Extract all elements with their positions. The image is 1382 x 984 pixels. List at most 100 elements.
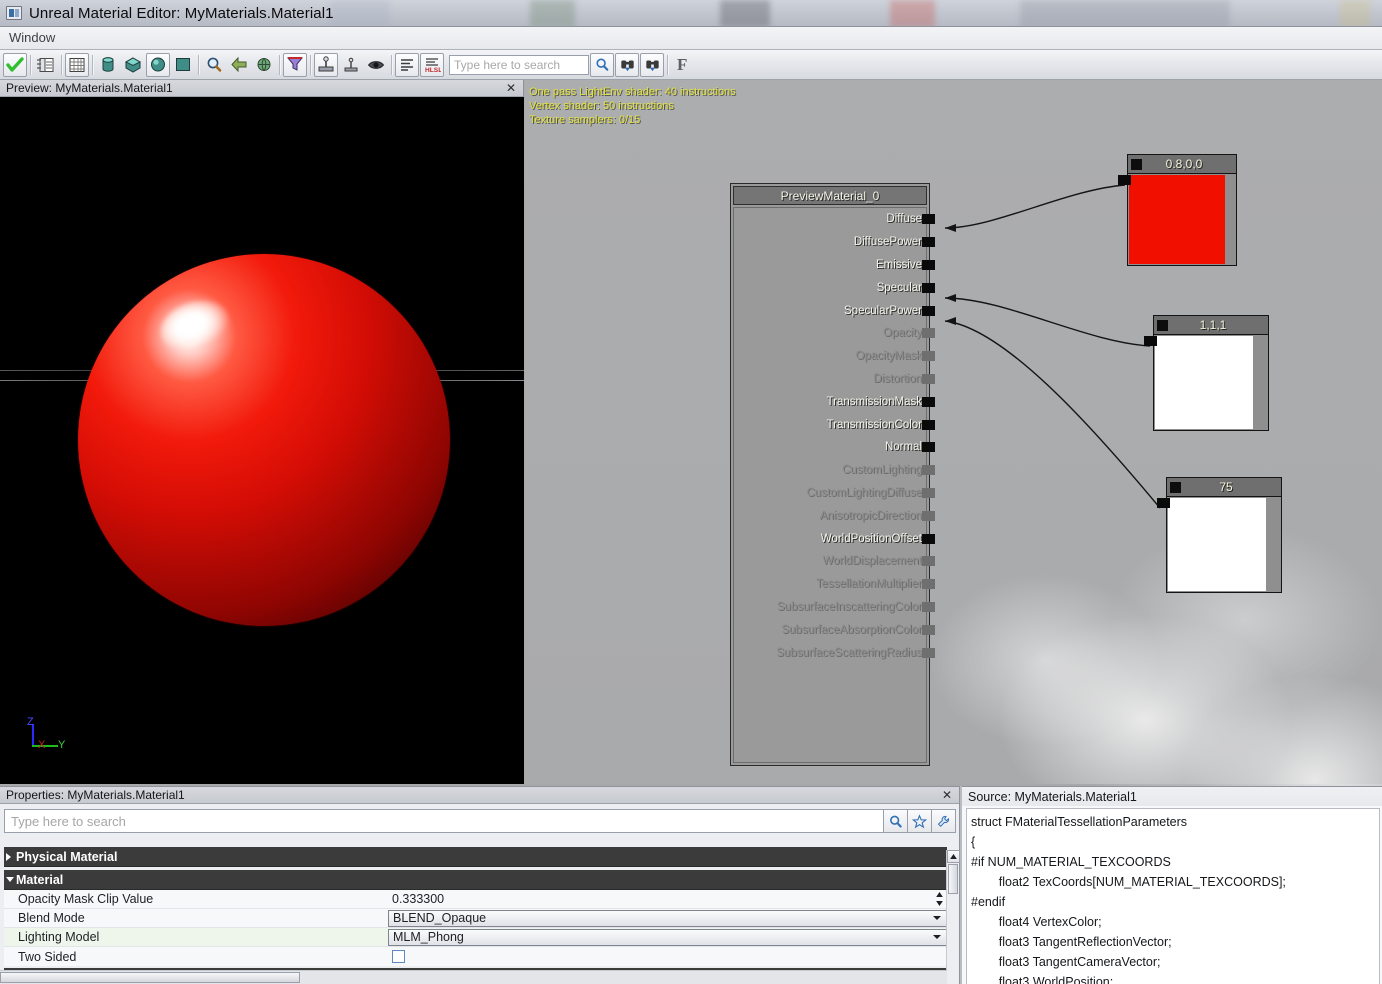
material-input-worlddisplacement[interactable]: WorldDisplacement <box>734 550 935 573</box>
material-input-distortion[interactable]: Distortion <box>734 368 935 391</box>
preview-close-button[interactable]: ✕ <box>503 82 519 94</box>
material-input-specularpower[interactable]: SpecularPower <box>734 299 935 322</box>
table-row[interactable]: Lighting Model MLM_Phong <box>4 928 947 947</box>
toolbar-search-go-button[interactable] <box>590 52 614 77</box>
material-input-pin[interactable] <box>922 305 935 316</box>
lighting-model-select[interactable]: MLM_Phong <box>388 928 947 946</box>
material-input-pin[interactable] <box>922 624 935 635</box>
material-input-diffusepower[interactable]: DiffusePower <box>734 231 935 254</box>
material-input-opacitymask[interactable]: OpacityMask <box>734 345 935 368</box>
toolbar-search-box[interactable] <box>449 54 589 75</box>
node-output-pin[interactable] <box>1170 481 1181 493</box>
realtime-preview-button[interactable] <box>364 53 388 77</box>
connectors-alt-button[interactable] <box>339 53 363 77</box>
constant-node-specular-power[interactable]: 75 <box>1157 477 1282 593</box>
table-row[interactable]: Two Sided <box>4 947 947 966</box>
back-button[interactable] <box>227 53 251 77</box>
hlsl-code-button[interactable]: HLSL <box>420 52 444 77</box>
blend-mode-select[interactable]: BLEND_Opaque <box>388 909 947 927</box>
node-input-pin[interactable] <box>1144 336 1157 346</box>
stats-button[interactable] <box>395 52 419 77</box>
property-value-cell[interactable] <box>388 947 947 966</box>
toolbar-search-input[interactable] <box>454 57 584 72</box>
properties-horizontal-scrollbar[interactable] <box>0 970 947 984</box>
source-code-view[interactable]: struct FMaterialTessellationParameters {… <box>966 808 1380 984</box>
properties-search-box[interactable] <box>4 809 884 833</box>
material-input-specular[interactable]: Specular <box>734 276 935 299</box>
table-row[interactable]: Opacity Mask Clip Value 0.333300 <box>4 890 947 909</box>
properties-search-button[interactable] <box>883 809 908 833</box>
menu-window[interactable]: Window <box>0 28 65 48</box>
properties-favorites-button[interactable] <box>907 809 932 833</box>
material-input-subsurfaceabsorptioncolor[interactable]: SubsurfaceAbsorptionColor <box>734 618 935 641</box>
material-input-pin[interactable] <box>922 214 935 225</box>
material-input-customlightingdiffuse[interactable]: CustomLightingDiffuse <box>734 482 935 505</box>
material-input-pin[interactable] <box>922 601 935 612</box>
table-row[interactable]: Blend Mode BLEND_Opaque <box>4 909 947 928</box>
show-globe-button[interactable] <box>252 53 276 77</box>
material-input-pin[interactable] <box>922 533 935 544</box>
preview-cylinder-button[interactable] <box>96 53 120 77</box>
material-input-pin[interactable] <box>922 282 935 293</box>
preview-viewport[interactable]: Z Y X <box>0 97 524 784</box>
scrollbar-thumb[interactable] <box>948 864 958 894</box>
find-next-button[interactable] <box>640 52 664 77</box>
properties-options-button[interactable] <box>931 809 956 833</box>
find-previous-button[interactable] <box>615 52 639 77</box>
material-input-pin[interactable] <box>922 328 935 339</box>
material-graph-canvas[interactable]: One pass LightEnv shader: 40 instruction… <box>525 80 1382 784</box>
material-input-pin[interactable] <box>922 237 935 248</box>
material-input-worldpositionoffset[interactable]: WorldPositionOffset <box>734 527 935 550</box>
property-value-cell[interactable]: 0.333300 <box>388 890 947 909</box>
material-input-pin[interactable] <box>922 487 935 498</box>
material-input-pin[interactable] <box>922 396 935 407</box>
material-input-pin[interactable] <box>922 259 935 270</box>
constant-node-specular-color[interactable]: 1,1,1 <box>1144 315 1269 431</box>
show-properties-button[interactable] <box>34 53 58 77</box>
material-input-transmissionmask[interactable]: TransmissionMask <box>734 390 935 413</box>
material-input-pin[interactable] <box>922 442 935 453</box>
preview-material-node[interactable]: PreviewMaterial_0 Diffuse DiffusePower Emi… <box>730 183 935 766</box>
category-material[interactable]: Material <box>4 870 947 890</box>
preview-plane-button[interactable] <box>171 53 195 77</box>
material-input-normal[interactable]: Normal <box>734 436 935 459</box>
node-input-pin[interactable] <box>1118 175 1131 185</box>
material-input-subsurfaceinscatteringcolor[interactable]: SubsurfaceInscatteringColor <box>734 596 935 619</box>
connectors-button[interactable] <box>314 52 338 77</box>
material-input-pin[interactable] <box>922 373 935 384</box>
material-input-transmissioncolor[interactable]: TransmissionColor <box>734 413 935 436</box>
properties-close-button[interactable]: ✕ <box>939 789 955 801</box>
material-input-pin[interactable] <box>922 579 935 590</box>
property-value-cell[interactable]: BLEND_Opaque <box>388 909 947 928</box>
property-value-cell[interactable]: MLM_Phong <box>388 928 947 947</box>
two-sided-checkbox[interactable] <box>392 950 405 963</box>
material-input-tessellationmultiplier[interactable]: TessellationMultiplier <box>734 573 935 596</box>
material-input-pin[interactable] <box>922 465 935 476</box>
category-physical-material[interactable]: Physical Material <box>4 847 947 867</box>
constant-node-diffuse-color[interactable]: 0.8,0,0 <box>1118 154 1237 266</box>
number-stepper[interactable] <box>933 890 946 909</box>
scroll-up-button[interactable] <box>947 850 960 863</box>
search-expression-button[interactable] <box>202 53 226 77</box>
node-input-pin[interactable] <box>1157 498 1170 508</box>
material-input-pin[interactable] <box>922 351 935 362</box>
toggle-grid-button[interactable] <box>65 52 89 77</box>
material-input-anisotropicdirection[interactable]: AnisotropicDirection <box>734 504 935 527</box>
node-output-pin[interactable] <box>1157 319 1168 331</box>
scrollbar-thumb[interactable] <box>0 972 300 983</box>
material-input-emissive[interactable]: Emissive <box>734 254 935 277</box>
properties-search-input[interactable] <box>11 813 877 829</box>
properties-vertical-scrollbar[interactable] <box>946 850 960 982</box>
material-input-subsurfacescatteringradius[interactable]: SubsurfaceScatteringRadius <box>734 641 935 664</box>
material-input-pin[interactable] <box>922 556 935 567</box>
material-input-pin[interactable] <box>922 510 935 521</box>
material-input-customlighting[interactable]: CustomLighting <box>734 459 935 482</box>
preview-cube-button[interactable] <box>121 53 145 77</box>
node-output-pin[interactable] <box>1131 158 1142 170</box>
material-input-diffuse[interactable]: Diffuse <box>734 208 935 231</box>
preview-sphere-button[interactable] <box>146 52 170 77</box>
material-input-pin[interactable] <box>922 647 935 658</box>
material-input-opacity[interactable]: Opacity <box>734 322 935 345</box>
material-input-pin[interactable] <box>922 419 935 430</box>
apply-button[interactable] <box>3 52 27 77</box>
